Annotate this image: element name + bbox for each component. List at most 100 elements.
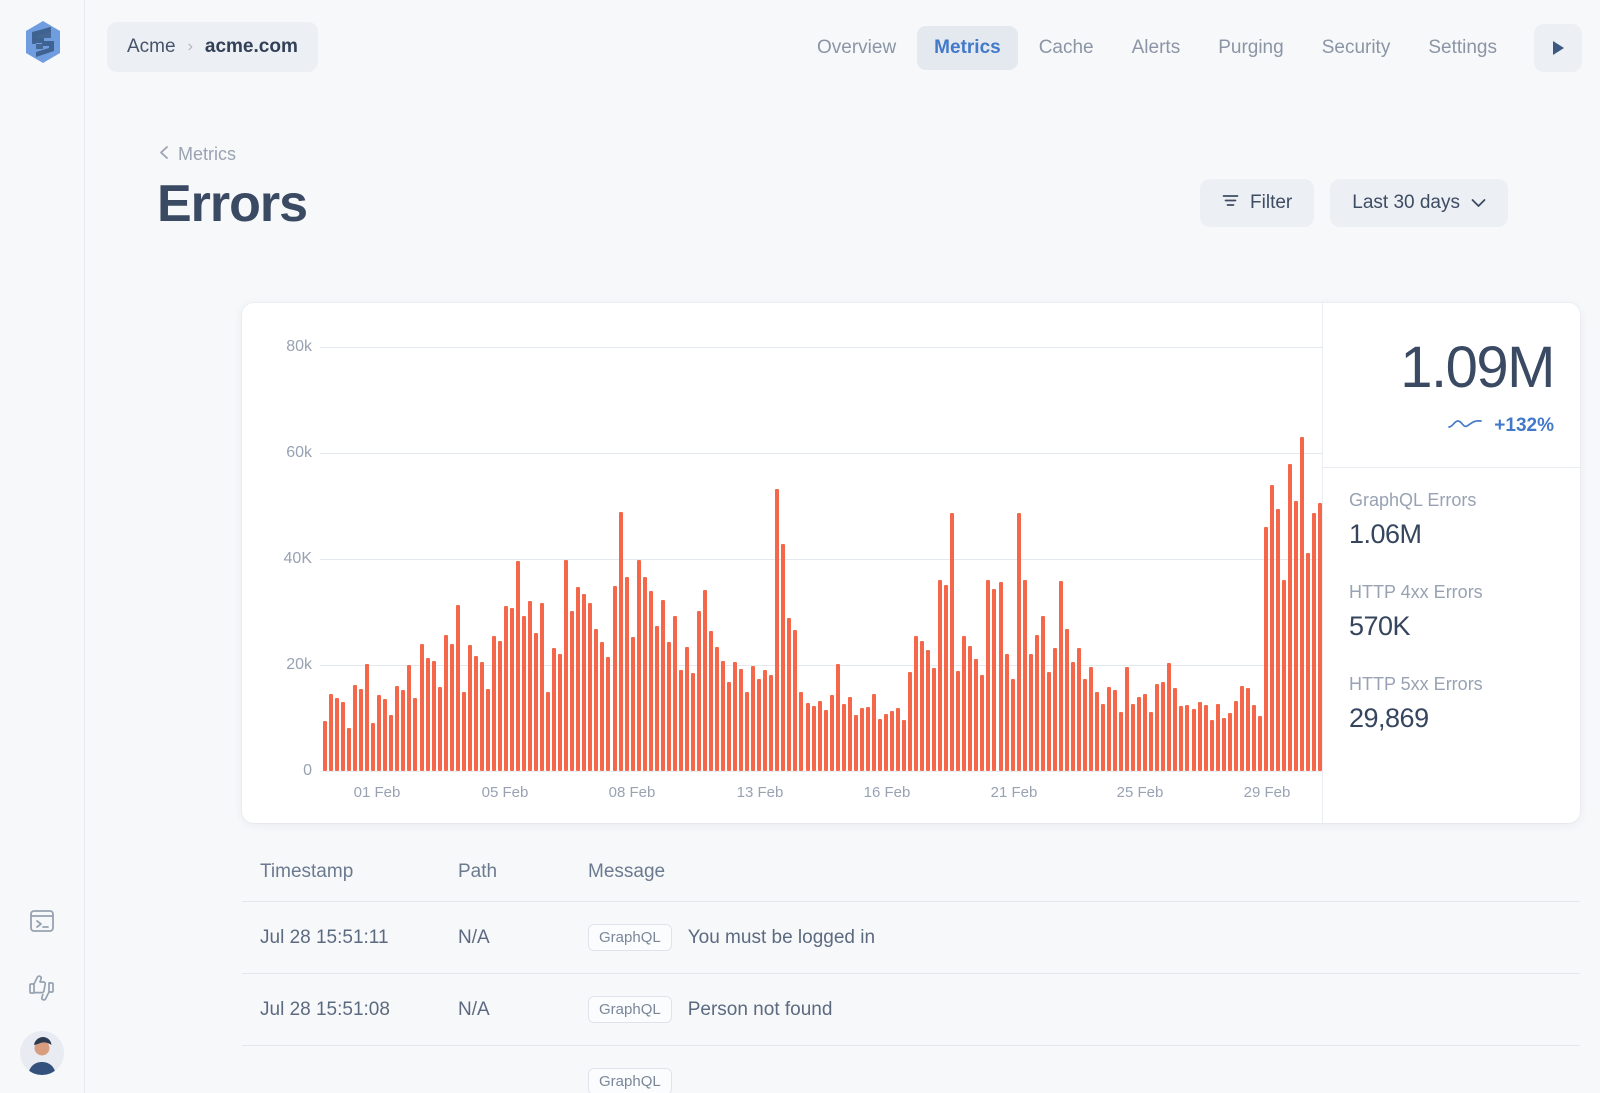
chart-bar[interactable] [1228, 713, 1232, 771]
chart-bar[interactable] [691, 673, 695, 771]
chart-bar[interactable] [1029, 654, 1033, 771]
chart-bar[interactable] [685, 647, 689, 771]
column-header-timestamp[interactable]: Timestamp [260, 861, 458, 883]
chart-bar[interactable] [341, 702, 345, 771]
chart-bar[interactable] [781, 544, 785, 771]
chart-bar[interactable] [468, 645, 472, 771]
chart-bar[interactable] [438, 687, 442, 771]
chart-bar-slot[interactable] [1317, 347, 1323, 771]
errors-bar-chart[interactable]: 80k60k40K20k001 Feb05 Feb08 Feb13 Feb16 … [242, 303, 1322, 823]
chart-bar[interactable] [1173, 688, 1177, 771]
chart-bar[interactable] [383, 699, 387, 771]
chart-bar[interactable] [570, 611, 574, 771]
chart-bar[interactable] [830, 695, 834, 771]
chart-bar[interactable] [992, 589, 996, 771]
chart-bar[interactable] [1047, 672, 1051, 771]
chart-bar[interactable] [751, 666, 755, 771]
chart-bar[interactable] [395, 686, 399, 771]
chart-bar[interactable] [739, 669, 743, 771]
breadcrumb[interactable]: Acme › acme.com [107, 22, 318, 72]
chart-bar[interactable] [1167, 663, 1171, 771]
nav-item-security[interactable]: Security [1305, 26, 1408, 70]
chart-bar[interactable] [576, 587, 580, 771]
chart-bar[interactable] [697, 611, 701, 771]
chart-bar[interactable] [667, 642, 671, 771]
date-range-button[interactable]: Last 30 days [1330, 179, 1508, 227]
chart-bar[interactable] [956, 671, 960, 771]
chart-bar[interactable] [625, 577, 629, 772]
chart-bar[interactable] [793, 630, 797, 772]
chart-bar[interactable] [1053, 648, 1057, 771]
chart-bar[interactable] [1216, 704, 1220, 771]
chart-bar[interactable] [890, 711, 894, 771]
chart-bar[interactable] [733, 662, 737, 771]
chart-bar[interactable] [1294, 501, 1298, 771]
chart-bar[interactable] [504, 606, 508, 771]
chart-bar[interactable] [1041, 616, 1045, 771]
nav-item-overview[interactable]: Overview [800, 26, 913, 70]
filter-button[interactable]: Filter [1200, 179, 1314, 227]
play-icon[interactable] [1534, 24, 1582, 72]
chart-bar[interactable] [1137, 697, 1141, 771]
chart-bar[interactable] [787, 618, 791, 771]
chart-bar[interactable] [1264, 527, 1268, 771]
chart-bar[interactable] [1065, 629, 1069, 771]
table-row[interactable]: GraphQL [242, 1046, 1580, 1093]
chart-bar[interactable] [1131, 704, 1135, 771]
chart-bar[interactable] [824, 710, 828, 771]
chart-bar[interactable] [1083, 679, 1087, 771]
chart-bar[interactable] [1143, 694, 1147, 771]
table-row[interactable]: Jul 28 15:51:11 N/A GraphQL You must be … [242, 902, 1580, 974]
chart-bar[interactable] [594, 629, 598, 771]
chart-bar[interactable] [842, 704, 846, 771]
chart-bar[interactable] [1276, 509, 1280, 771]
chart-bar[interactable] [1204, 705, 1208, 771]
chart-bar[interactable] [974, 659, 978, 771]
chart-bar[interactable] [1023, 580, 1027, 771]
chart-bar[interactable] [727, 682, 731, 771]
chart-bar[interactable] [420, 644, 424, 771]
chart-bar[interactable] [1059, 581, 1063, 771]
chart-bar[interactable] [546, 692, 550, 772]
user-avatar[interactable] [20, 1031, 64, 1075]
chart-bar[interactable] [999, 582, 1003, 771]
chart-bar[interactable] [1234, 701, 1238, 771]
chart-bar[interactable] [1101, 704, 1105, 771]
chart-bar[interactable] [763, 670, 767, 771]
chart-bar[interactable] [655, 626, 659, 771]
chart-bar[interactable] [920, 641, 924, 771]
chart-bar[interactable] [836, 664, 840, 771]
chart-bar[interactable] [359, 689, 363, 771]
chart-bar[interactable] [432, 661, 436, 771]
chart-bar[interactable] [1017, 513, 1021, 771]
chart-bar[interactable] [806, 703, 810, 771]
chart-bar[interactable] [1192, 709, 1196, 771]
chart-bar[interactable] [377, 695, 381, 771]
chart-bar[interactable] [353, 685, 357, 771]
chart-bar[interactable] [673, 616, 677, 771]
chart-bar[interactable] [474, 656, 478, 771]
chart-bar[interactable] [582, 594, 586, 771]
chart-bar[interactable] [365, 664, 369, 771]
breadcrumb-site[interactable]: acme.com [205, 36, 298, 58]
breadcrumb-org[interactable]: Acme [127, 36, 176, 58]
nav-item-alerts[interactable]: Alerts [1115, 26, 1198, 70]
chart-bar[interactable] [462, 692, 466, 771]
chart-bar[interactable] [631, 637, 635, 771]
chart-bar[interactable] [721, 661, 725, 771]
chart-bar[interactable] [335, 698, 339, 771]
chart-bar[interactable] [709, 631, 713, 771]
chart-bar[interactable] [407, 665, 411, 771]
chart-bar[interactable] [860, 708, 864, 771]
terminal-icon[interactable] [20, 899, 64, 943]
chart-bar[interactable] [1005, 654, 1009, 771]
chart-bar[interactable] [1119, 712, 1123, 771]
chart-bar[interactable] [558, 654, 562, 771]
chart-bar[interactable] [1288, 464, 1292, 771]
chart-bar[interactable] [896, 708, 900, 771]
chart-bar[interactable] [1113, 690, 1117, 771]
chart-bar[interactable] [938, 580, 942, 771]
chart-bar[interactable] [516, 561, 520, 771]
chart-bar[interactable] [564, 560, 568, 771]
chart-bar[interactable] [799, 692, 803, 772]
